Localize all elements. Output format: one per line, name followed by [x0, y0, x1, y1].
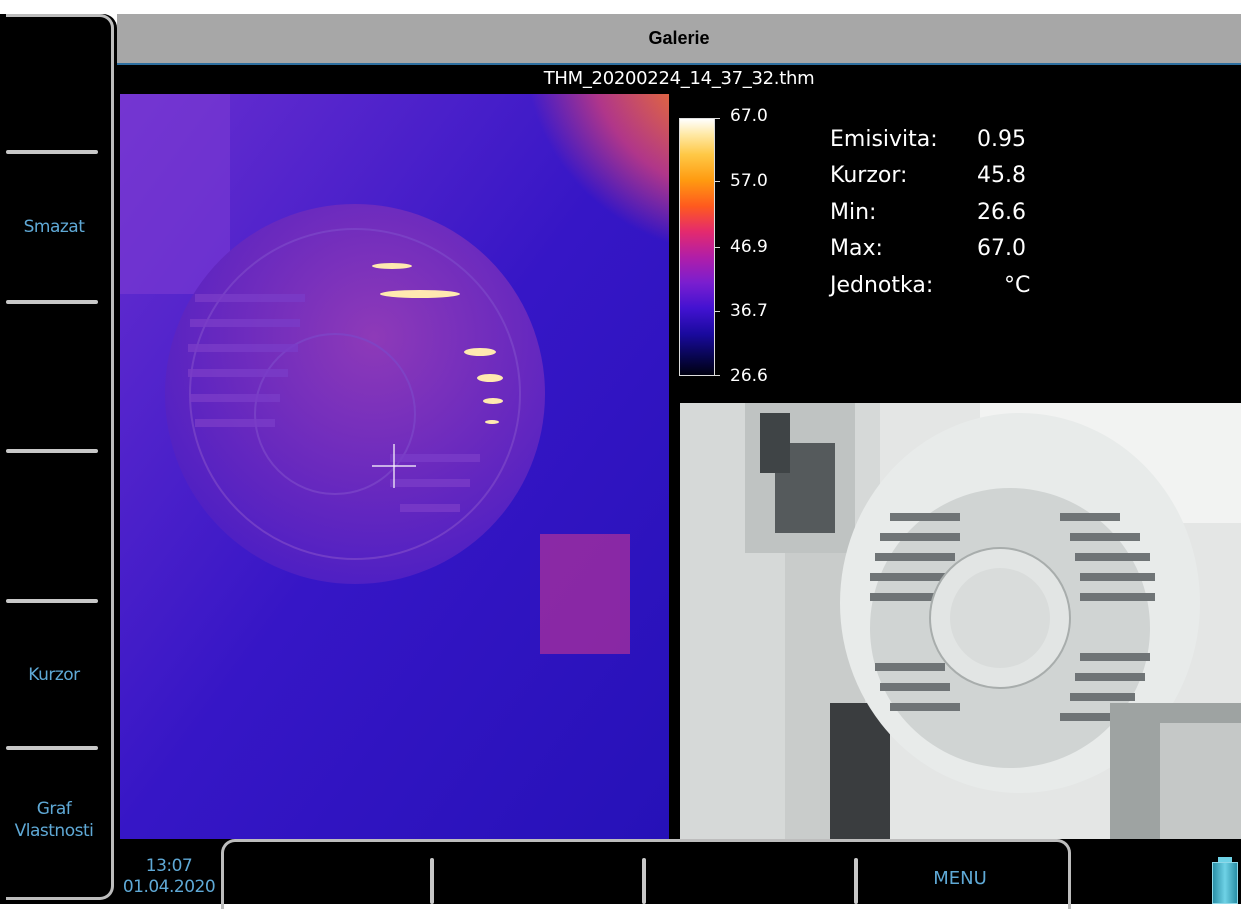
- time-display: 13:07: [145, 856, 193, 876]
- scale-label: 36.7: [730, 301, 768, 321]
- softkey-divider: [6, 599, 98, 603]
- stat-label-max: Max:: [830, 236, 883, 261]
- softkey-kurzor[interactable]: Kurzor: [0, 664, 108, 686]
- scale-tick: [715, 375, 720, 376]
- softkey-4[interactable]: [0, 510, 108, 550]
- scale-label: 46.9: [730, 237, 768, 257]
- thermal-image-graphic: [120, 94, 669, 839]
- softkey-divider: [6, 449, 98, 453]
- stat-value-jednotka: °C: [1004, 273, 1031, 298]
- date-display: 01.04.2020: [122, 877, 216, 897]
- softkey-divider: [430, 858, 434, 904]
- scale-tick: [715, 311, 720, 312]
- softkey-divider: [854, 858, 858, 904]
- scale-label: 57.0: [730, 171, 768, 191]
- page-title: Galerie: [117, 14, 1241, 65]
- thermal-image[interactable]: [120, 94, 669, 839]
- scale-label-min: 26.6: [730, 366, 768, 386]
- softkey-divider: [642, 858, 646, 904]
- datetime: 13:07 01.04.2020: [117, 856, 221, 898]
- stat-label-jednotka: Jednotka:: [830, 273, 934, 298]
- scale-tick: [715, 181, 720, 182]
- softkey-3[interactable]: [0, 360, 108, 400]
- visible-photo-graphic: [680, 403, 1241, 839]
- softkey-divider: [6, 300, 98, 304]
- stat-value-max: 67.0: [977, 236, 1026, 261]
- stat-value-emisivita: 0.95: [977, 127, 1026, 152]
- softkey-smazat[interactable]: Smazat: [0, 216, 108, 238]
- scale-label-max: 67.0: [730, 106, 768, 126]
- softkey-1[interactable]: [0, 60, 108, 120]
- scale-tick: [715, 247, 720, 248]
- softkey-graf-vlastnosti[interactable]: Graf Vlastnosti: [0, 798, 108, 842]
- stat-label-emisivita: Emisivita:: [830, 127, 938, 152]
- stat-value-kurzor: 45.8: [977, 163, 1026, 188]
- left-softkey-frame: [6, 14, 114, 900]
- stat-value-min: 26.6: [977, 200, 1026, 225]
- scale-tick: [715, 118, 720, 119]
- battery-icon: [1212, 862, 1238, 904]
- softkey-divider: [6, 150, 98, 154]
- visible-photo: [680, 403, 1241, 839]
- stat-label-kurzor: Kurzor:: [830, 163, 908, 188]
- file-name: THM_20200224_14_37_32.thm: [543, 68, 815, 89]
- stat-label-min: Min:: [830, 200, 877, 225]
- menu-button[interactable]: MENU: [885, 868, 1035, 889]
- softkey-divider: [6, 746, 98, 750]
- temperature-scale-bar: [679, 118, 715, 376]
